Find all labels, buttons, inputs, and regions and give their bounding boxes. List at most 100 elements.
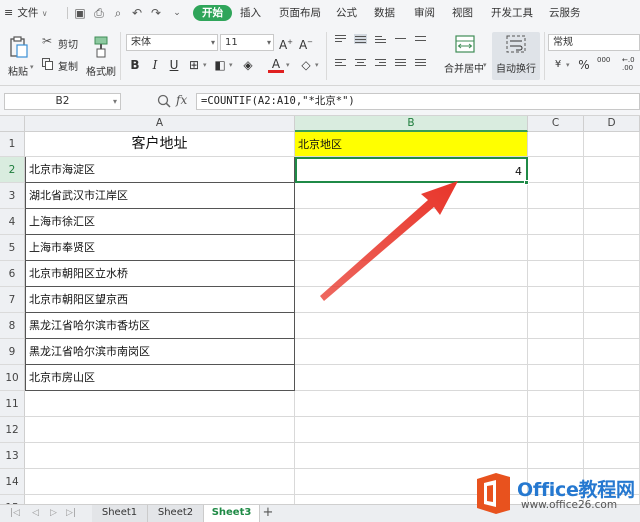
chevron-down-icon[interactable]: ▾	[286, 61, 290, 69]
cell[interactable]	[584, 261, 640, 287]
row-header[interactable]: 11	[0, 391, 25, 417]
column-header-b[interactable]: B	[295, 116, 528, 132]
address-cell[interactable]: 上海市奉贤区	[25, 235, 295, 261]
tab-view[interactable]: 视图	[452, 0, 473, 26]
address-cell[interactable]: 黑龙江省哈尔滨市南岗区	[25, 339, 295, 365]
row-header[interactable]: 1	[0, 132, 25, 157]
zoom-icon[interactable]	[157, 94, 171, 108]
row-header[interactable]: 12	[0, 417, 25, 443]
tab-page-layout[interactable]: 页面布局	[279, 0, 321, 26]
align-top-icon[interactable]	[334, 34, 347, 44]
cell[interactable]	[295, 365, 528, 391]
tab-start[interactable]: 开始	[193, 5, 232, 21]
copy-button[interactable]: 复制	[42, 58, 82, 73]
font-family-select[interactable]: 宋体 ▾	[126, 34, 218, 51]
tab-data[interactable]: 数据	[374, 0, 395, 26]
cell[interactable]	[295, 261, 528, 287]
format-painter-button[interactable]: 格式刷	[86, 30, 116, 82]
tab-review[interactable]: 审阅	[414, 0, 435, 26]
cell[interactable]	[528, 132, 584, 157]
cell[interactable]	[295, 417, 528, 443]
first-sheet-icon[interactable]: |◁	[10, 508, 20, 518]
cell[interactable]	[584, 157, 640, 183]
cell[interactable]	[25, 495, 295, 504]
file-menu[interactable]: ≡ 文件 ∨	[4, 0, 48, 26]
cell[interactable]	[295, 391, 528, 417]
fill-handle[interactable]	[524, 180, 529, 185]
decrease-font-size-icon[interactable]: A−	[298, 34, 314, 52]
row-header[interactable]: 4	[0, 209, 25, 235]
row-header[interactable]: 8	[0, 313, 25, 339]
row-header[interactable]: 2	[0, 157, 25, 183]
cell[interactable]	[584, 209, 640, 235]
justify-icon[interactable]	[394, 58, 407, 68]
insert-function-button[interactable]: fx	[176, 93, 187, 107]
cell[interactable]	[584, 287, 640, 313]
wrap-text-button[interactable]: 自动换行	[492, 32, 540, 80]
clear-format-icon[interactable]: ◇	[298, 57, 314, 73]
redo-icon[interactable]: ↷	[149, 6, 163, 20]
active-cell-b2[interactable]: 4	[295, 157, 528, 183]
chevron-down-icon[interactable]: ▾	[566, 61, 570, 69]
column-header-c[interactable]: C	[528, 116, 584, 132]
address-cell[interactable]: 北京市朝阳区望京西	[25, 287, 295, 313]
font-size-select[interactable]: 11 ▾	[220, 34, 274, 51]
cell[interactable]	[295, 443, 528, 469]
cell[interactable]	[25, 469, 295, 495]
bold-icon[interactable]: B	[127, 57, 143, 73]
cell[interactable]	[295, 287, 528, 313]
chevron-down-icon[interactable]: ▾	[229, 61, 233, 69]
sheet-tab-sheet1[interactable]: Sheet1	[92, 505, 148, 522]
cell[interactable]	[25, 391, 295, 417]
cell[interactable]	[528, 261, 584, 287]
indent-icon[interactable]	[414, 34, 427, 44]
orientation-icon[interactable]	[394, 34, 407, 44]
address-cell[interactable]: 北京市海淀区	[25, 157, 295, 183]
row-header[interactable]: 15	[0, 495, 25, 504]
print-preview-icon[interactable]: ⌕	[111, 6, 125, 20]
align-center-icon[interactable]	[354, 58, 367, 68]
next-sheet-icon[interactable]: ▷	[50, 508, 57, 518]
cell[interactable]	[25, 417, 295, 443]
address-cell[interactable]: 上海市徐汇区	[25, 209, 295, 235]
sheet-tab-sheet3[interactable]: Sheet3	[204, 505, 260, 522]
fill-color-icon[interactable]: ◧	[212, 57, 228, 73]
formula-input[interactable]: =COUNTIF(A2:A10,"*北京*")	[196, 93, 640, 110]
address-cell[interactable]: 湖北省武汉市江岸区	[25, 183, 295, 209]
tab-cloud[interactable]: 云服务	[549, 0, 581, 26]
italic-icon[interactable]: I	[147, 57, 163, 73]
align-middle-icon[interactable]	[354, 34, 367, 44]
fill-bucket-icon[interactable]: ◈	[240, 57, 256, 73]
sheet-tab-sheet2[interactable]: Sheet2	[148, 505, 204, 522]
address-cell[interactable]: 北京市朝阳区立水桥	[25, 261, 295, 287]
row-header[interactable]: 6	[0, 261, 25, 287]
cell[interactable]	[528, 391, 584, 417]
underline-icon[interactable]: U	[166, 57, 182, 73]
chevron-down-icon[interactable]: ▾	[315, 61, 319, 69]
cell[interactable]	[295, 235, 528, 261]
cell[interactable]	[584, 132, 640, 157]
cell[interactable]	[528, 183, 584, 209]
cell[interactable]	[528, 417, 584, 443]
row-header[interactable]: 3	[0, 183, 25, 209]
row-header[interactable]: 10	[0, 365, 25, 391]
cell[interactable]	[528, 157, 584, 183]
cell[interactable]	[528, 209, 584, 235]
tab-formulas[interactable]: 公式	[336, 0, 357, 26]
cell[interactable]	[528, 443, 584, 469]
address-cell[interactable]: 北京市房山区	[25, 365, 295, 391]
save-icon[interactable]: ▣	[73, 6, 87, 20]
row-header[interactable]: 13	[0, 443, 25, 469]
cell[interactable]	[295, 339, 528, 365]
cut-button[interactable]: ✂ 剪切	[42, 34, 82, 51]
chevron-down-icon[interactable]: ▾	[203, 61, 207, 69]
cell[interactable]	[528, 313, 584, 339]
tab-developer[interactable]: 开发工具	[491, 0, 533, 26]
cell[interactable]	[528, 365, 584, 391]
header-cell-address[interactable]: 客户地址	[25, 132, 295, 157]
cell[interactable]	[25, 443, 295, 469]
row-header[interactable]: 7	[0, 287, 25, 313]
select-all-corner[interactable]	[0, 116, 25, 132]
add-sheet-button[interactable]: +	[261, 505, 275, 522]
cell[interactable]	[584, 391, 640, 417]
